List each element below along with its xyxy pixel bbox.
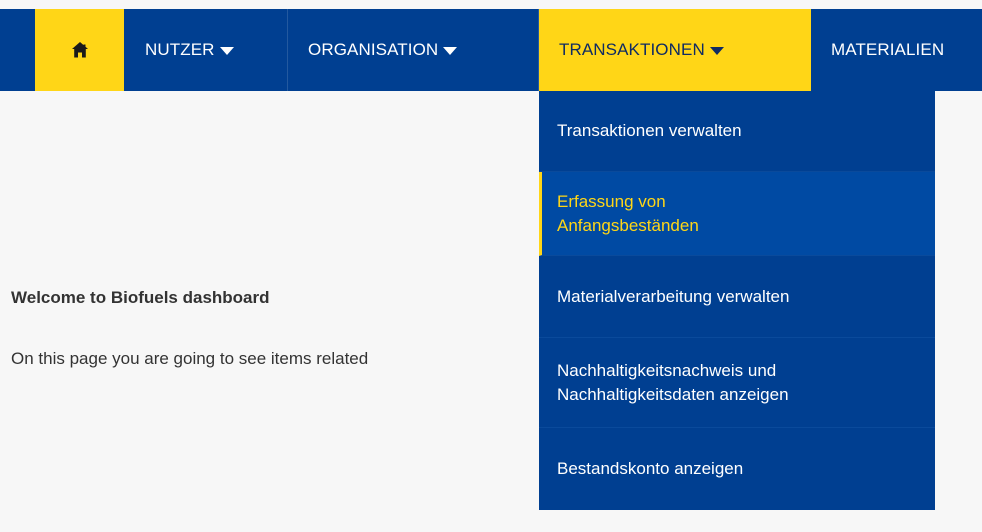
nav-menu-organisation[interactable]: ORGANISATION: [288, 9, 539, 91]
nav-left-spacer: [0, 9, 35, 91]
caret-down-icon: [219, 47, 234, 55]
nav-menu-nutzer-label: NUTZER: [145, 40, 215, 59]
dropdown-item-materialverarbeitung-verwalten[interactable]: Materialverarbeitung verwalten: [539, 256, 935, 338]
caret-down-icon: [443, 47, 458, 55]
home-icon: [71, 42, 88, 58]
caret-down-icon: [709, 47, 724, 55]
home-button[interactable]: [35, 9, 124, 91]
nav-menu-transaktionen-label: TRANSAKTIONEN: [559, 40, 705, 59]
nav-menu-organisation-label: ORGANISATION: [308, 40, 439, 59]
nav-menu-materialien-label: MATERIALIEN: [831, 40, 945, 59]
top-navigation-bar: NUTZER ORGANISATION TRANSAKTIONEN MATERI…: [0, 9, 982, 91]
dropdown-item-erfassung-anfangsbestaende[interactable]: Erfassung von Anfangsbeständen: [539, 172, 935, 256]
dropdown-item-label: Nachhaltigkeitsnachweis und Nachhaltigke…: [557, 360, 789, 404]
dropdown-item-nachhaltigkeitsnachweis[interactable]: Nachhaltigkeitsnachweis und Nachhaltigke…: [539, 338, 935, 428]
dropdown-item-label: Transaktionen verwalten: [557, 121, 742, 140]
nav-menu-materialien[interactable]: MATERIALIEN: [811, 9, 982, 91]
dropdown-item-transaktionen-verwalten[interactable]: Transaktionen verwalten: [539, 91, 935, 172]
nav-menu-transaktionen[interactable]: TRANSAKTIONEN: [539, 9, 811, 91]
dropdown-item-label: Erfassung von Anfangsbeständen: [557, 191, 699, 235]
nav-menu-nutzer[interactable]: NUTZER: [124, 9, 288, 91]
dropdown-item-bestandskonto-anzeigen[interactable]: Bestandskonto anzeigen: [539, 428, 935, 509]
dropdown-item-label: Materialverarbeitung verwalten: [557, 286, 790, 306]
page-title: Welcome to Biofuels dashboard: [11, 288, 270, 307]
page-description: On this page you are going to see items …: [11, 349, 369, 368]
transaktionen-dropdown-menu: Transaktionen verwalten Erfassung von An…: [539, 91, 935, 510]
dropdown-item-label: Bestandskonto anzeigen: [557, 458, 744, 478]
